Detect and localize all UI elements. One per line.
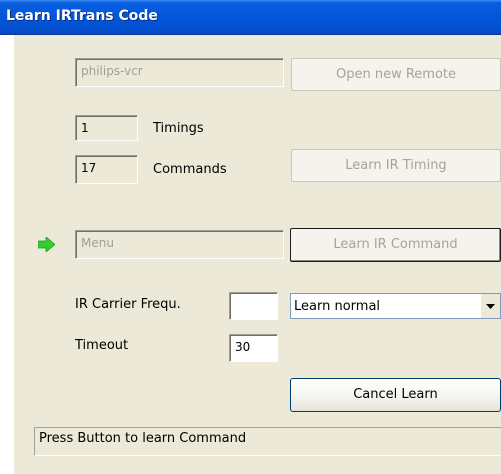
ir-carrier-label: IR Carrier Frequ. [75, 297, 181, 312]
learn-mode-value: Learn normal [294, 299, 381, 314]
timings-label: Timings [153, 121, 204, 136]
open-new-remote-button[interactable]: Open new Remote [291, 58, 501, 91]
learn-mode-select[interactable]: Learn normal [290, 293, 501, 319]
learn-ir-command-button[interactable]: Learn IR Command [290, 228, 501, 262]
remote-name-field[interactable]: philips-vcr [75, 58, 284, 87]
commands-count-field: 17 [75, 155, 138, 184]
window-left-edge [0, 35, 14, 474]
title-bar[interactable]: Learn IRTrans Code [0, 0, 501, 35]
learn-mode-dropdown-button[interactable] [481, 294, 500, 318]
green-arrow-icon [38, 237, 55, 252]
window-title: Learn IRTrans Code [6, 8, 158, 24]
timings-count-field: 1 [75, 115, 138, 141]
cancel-learn-button[interactable]: Cancel Learn [290, 378, 501, 412]
timeout-input[interactable]: 30 [229, 334, 278, 362]
ir-carrier-input[interactable] [229, 292, 278, 320]
chevron-down-icon [486, 304, 495, 309]
status-text: Press Button to learn Command [39, 431, 247, 446]
learn-ir-timing-button[interactable]: Learn IR Timing [291, 149, 501, 182]
status-bar: Press Button to learn Command [34, 427, 501, 456]
timeout-label: Timeout [75, 338, 129, 353]
command-name-field[interactable]: Menu [75, 230, 284, 259]
commands-label: Commands [153, 162, 227, 177]
